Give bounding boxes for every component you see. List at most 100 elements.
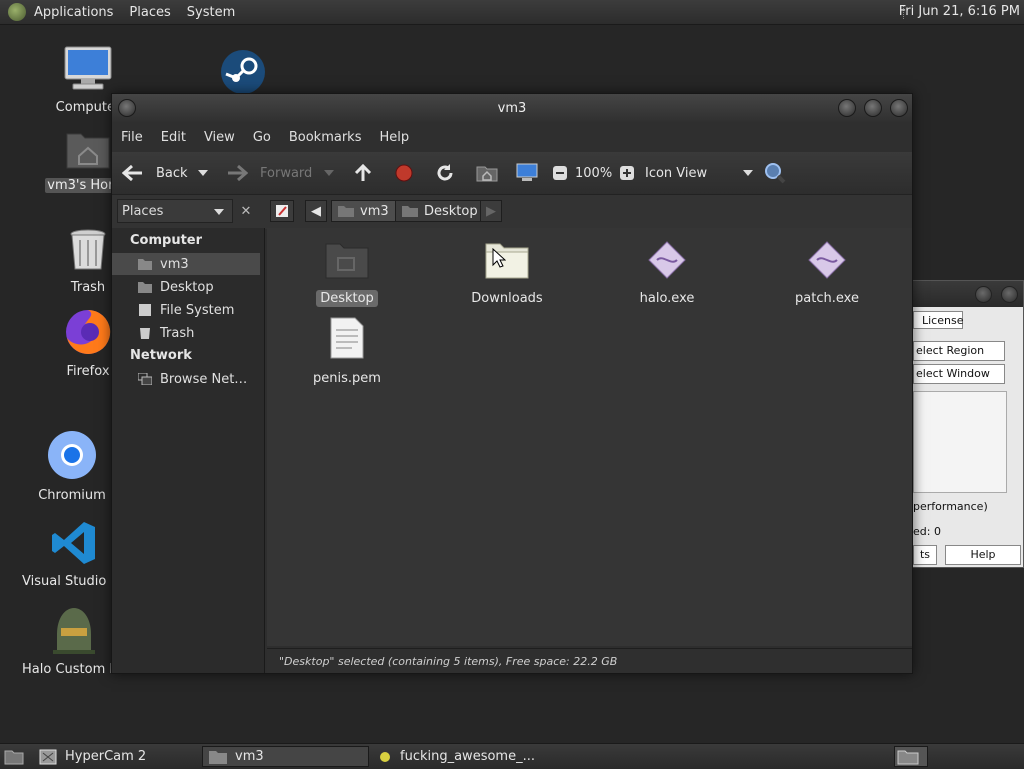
hypercam-icon xyxy=(39,749,57,764)
panel-menu-applications[interactable]: Applications xyxy=(26,5,121,20)
sidebar-item-vm3[interactable]: vm3 xyxy=(112,253,260,275)
forward-arrow-icon xyxy=(228,164,248,182)
network-icon xyxy=(138,373,152,385)
status-text: "Desktop" selected (containing 5 items),… xyxy=(279,654,618,668)
crumb-label: vm3 xyxy=(360,203,389,219)
count-text: ed: 0 xyxy=(913,525,941,538)
computer-button[interactable] xyxy=(516,152,538,194)
crumb-vm3[interactable]: vm3 xyxy=(331,200,396,222)
reload-icon xyxy=(437,164,453,181)
menu-view[interactable]: View xyxy=(195,130,244,145)
view-mode-select[interactable]: Icon View xyxy=(645,152,753,194)
forward-button[interactable]: Forward xyxy=(226,152,312,194)
hypercam-minimize-button[interactable] xyxy=(975,286,992,303)
preview-box xyxy=(913,391,1007,493)
task-media[interactable]: fucking_awesome_... xyxy=(372,746,537,767)
close-button[interactable] xyxy=(890,99,908,117)
file-item-patch-exe[interactable]: patch.exe xyxy=(767,240,887,307)
status-bar: "Desktop" selected (containing 5 items),… xyxy=(267,648,912,673)
crumb-scroll-left-button[interactable]: ◀ xyxy=(305,200,327,222)
show-desktop-icon xyxy=(4,750,24,764)
tab-license[interactable]: License xyxy=(913,311,963,329)
maximize-button[interactable] xyxy=(864,99,882,117)
computer-icon xyxy=(516,163,538,181)
file-item-downloads[interactable]: Downloads xyxy=(447,240,567,307)
file-item-penis-pem[interactable]: penis.pem xyxy=(287,316,407,387)
sidebar-heading-network: Network xyxy=(130,348,192,363)
sidebar-mode-select[interactable]: Places xyxy=(117,199,233,223)
up-button[interactable] xyxy=(353,152,373,194)
panel-menu-places[interactable]: Places xyxy=(121,5,178,20)
close-icon: ✕ xyxy=(240,203,252,219)
select-window-button[interactable]: elect Window xyxy=(913,364,1005,384)
sidebar-item-label: Desktop xyxy=(160,279,214,295)
panel-clock[interactable]: Fri Jun 21, 6:16 PM xyxy=(899,4,1020,19)
workspace-icon xyxy=(897,750,919,764)
stop-icon xyxy=(395,164,413,182)
sidebar-item-file-system[interactable]: File System xyxy=(112,299,260,321)
zoom-out-button[interactable] xyxy=(552,152,568,194)
menu-bookmarks[interactable]: Bookmarks xyxy=(280,130,371,145)
home-button[interactable] xyxy=(476,152,498,194)
sidebar-heading-computer: Computer xyxy=(130,233,203,248)
crumb-desktop[interactable]: Desktop xyxy=(395,200,485,222)
zoom-in-icon xyxy=(620,166,634,180)
task-hypercam[interactable]: HyperCam 2 xyxy=(33,746,198,767)
crumb-scroll-right-button[interactable]: ▶ xyxy=(480,200,502,222)
edit-location-button[interactable] xyxy=(270,200,294,222)
bottom-taskbar: HyperCam 2 vm3 fucking_awesome_... xyxy=(0,743,1024,769)
view-mode-label: Icon View xyxy=(645,165,708,181)
menu-edit[interactable]: Edit xyxy=(152,130,195,145)
window-title: vm3 xyxy=(497,101,527,116)
menu-file[interactable]: File xyxy=(112,130,152,145)
back-button[interactable]: Back xyxy=(122,152,188,194)
up-arrow-icon xyxy=(354,163,372,181)
steam-icon xyxy=(221,50,265,94)
zoom-in-button[interactable] xyxy=(619,152,635,194)
firefox-icon xyxy=(66,309,111,354)
file-manager-window[interactable]: vm3 File Edit View Go Bookmarks Help Bac… xyxy=(111,93,913,674)
hypercam-window[interactable]: License elect Region elect Window perfor… xyxy=(912,280,1024,568)
select-region-button[interactable]: elect Region xyxy=(913,341,1005,361)
chevron-left-icon: ◀ xyxy=(311,203,321,219)
halo-icon xyxy=(53,608,95,654)
desktop-icon-chromium[interactable]: Chromium xyxy=(22,430,122,503)
file-view[interactable]: Desktop Downloads halo.exe patch.exe pen… xyxy=(267,228,912,646)
location-bar: Places ✕ ◀ vm3 Desktop ▶ xyxy=(112,194,912,229)
menu-go[interactable]: Go xyxy=(244,130,280,145)
desktop-folder-icon xyxy=(138,282,152,293)
settings-button[interactable]: ts xyxy=(913,545,937,565)
chevron-down-icon xyxy=(743,170,753,176)
sidebar-item-label: Browse Net… xyxy=(160,371,248,387)
distro-logo-icon[interactable] xyxy=(8,3,26,21)
file-label: patch.exe xyxy=(795,291,859,306)
stop-button[interactable] xyxy=(394,152,414,194)
file-label: Downloads xyxy=(471,291,543,306)
sidebar-item-trash[interactable]: Trash xyxy=(112,322,260,344)
trash-icon xyxy=(140,328,150,339)
desktop-icon-label: Chromium xyxy=(38,488,106,503)
back-history-dropdown[interactable] xyxy=(198,152,208,194)
file-item-desktop[interactable]: Desktop xyxy=(287,240,407,307)
folder-downloads-icon xyxy=(485,243,529,279)
zoom-level[interactable]: 100% xyxy=(575,152,612,194)
hypercam-titlebar[interactable] xyxy=(913,281,1023,307)
sidebar-item-desktop[interactable]: Desktop xyxy=(112,276,260,298)
hypercam-maximize-button[interactable] xyxy=(1001,286,1018,303)
search-button[interactable] xyxy=(764,152,786,194)
file-item-halo-exe[interactable]: halo.exe xyxy=(607,240,727,307)
close-sidebar-button[interactable]: ✕ xyxy=(235,199,257,223)
workspace-switcher[interactable] xyxy=(894,746,928,767)
trash-icon xyxy=(70,229,106,270)
menu-help[interactable]: Help xyxy=(370,130,418,145)
window-titlebar[interactable]: vm3 xyxy=(112,94,912,122)
minimize-button[interactable] xyxy=(838,99,856,117)
help-button[interactable]: Help xyxy=(945,545,1021,565)
show-desktop-button[interactable] xyxy=(2,746,28,767)
exe-file-icon xyxy=(808,241,846,279)
sidebar-item-browse-network[interactable]: Browse Net… xyxy=(112,368,260,390)
panel-menu-system[interactable]: System xyxy=(179,5,243,20)
reload-button[interactable] xyxy=(435,152,455,194)
forward-history-dropdown[interactable] xyxy=(324,152,334,194)
task-vm3[interactable]: vm3 xyxy=(202,746,369,767)
